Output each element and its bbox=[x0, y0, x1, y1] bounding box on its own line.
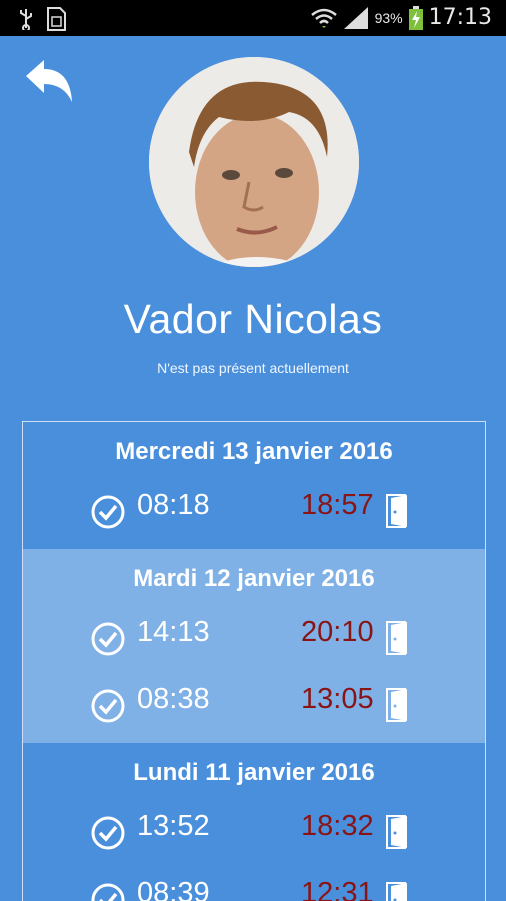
exit-time: 18:32 bbox=[301, 810, 374, 843]
door-exit-icon bbox=[385, 881, 409, 901]
exit-time: 20:10 bbox=[301, 616, 374, 649]
sim-card-icon bbox=[46, 7, 66, 31]
back-button[interactable] bbox=[22, 58, 78, 108]
list-item[interactable]: 13:52 18:32 bbox=[23, 803, 485, 870]
battery-charging-icon bbox=[409, 6, 423, 30]
day-section: Mardi 12 janvier 2016 14:13 20:10 08:38 … bbox=[23, 549, 485, 743]
profile-photo bbox=[149, 57, 359, 267]
exit-time: 12:31 bbox=[301, 877, 374, 901]
check-circle-icon bbox=[91, 883, 125, 901]
day-title: Lundi 11 janvier 2016 bbox=[23, 743, 485, 803]
entry-time: 13:52 bbox=[137, 810, 210, 843]
day-section: Mercredi 13 janvier 2016 08:18 18:57 bbox=[23, 422, 485, 549]
exit-time: 18:57 bbox=[301, 489, 374, 522]
check-circle-icon bbox=[91, 689, 125, 723]
door-exit-icon bbox=[385, 687, 409, 723]
presence-status: N'est pas présent actuellement bbox=[0, 360, 506, 376]
day-title: Mercredi 13 janvier 2016 bbox=[23, 422, 485, 482]
entry-time: 14:13 bbox=[137, 616, 210, 649]
back-arrow-icon bbox=[22, 58, 78, 108]
entry-time: 08:18 bbox=[137, 489, 210, 522]
check-circle-icon bbox=[91, 816, 125, 850]
door-exit-icon bbox=[385, 620, 409, 656]
list-item[interactable]: 14:13 20:10 bbox=[23, 609, 485, 676]
list-item[interactable]: 08:38 13:05 bbox=[23, 676, 485, 743]
check-circle-icon bbox=[91, 495, 125, 529]
clock: 17:13 bbox=[429, 5, 492, 30]
day-section: Lundi 11 janvier 2016 13:52 18:32 08:39 … bbox=[23, 743, 485, 901]
wifi-icon bbox=[311, 7, 337, 29]
day-title: Mardi 12 janvier 2016 bbox=[23, 549, 485, 609]
list-item[interactable]: 08:18 18:57 bbox=[23, 482, 485, 549]
door-exit-icon bbox=[385, 814, 409, 850]
check-circle-icon bbox=[91, 622, 125, 656]
attendance-list[interactable]: Mercredi 13 janvier 2016 08:18 18:57 Mar… bbox=[22, 421, 486, 901]
entry-time: 08:38 bbox=[137, 683, 210, 716]
signal-icon bbox=[343, 6, 369, 30]
list-item[interactable]: 08:39 12:31 bbox=[23, 870, 485, 901]
status-bar: 93% 17:13 bbox=[0, 0, 506, 36]
exit-time: 13:05 bbox=[301, 683, 374, 716]
entry-time: 08:39 bbox=[137, 877, 210, 901]
person-name: Vador Nicolas bbox=[0, 296, 506, 343]
usb-icon bbox=[18, 8, 34, 30]
battery-percent: 93% bbox=[375, 10, 403, 26]
door-exit-icon bbox=[385, 493, 409, 529]
avatar bbox=[149, 57, 359, 267]
